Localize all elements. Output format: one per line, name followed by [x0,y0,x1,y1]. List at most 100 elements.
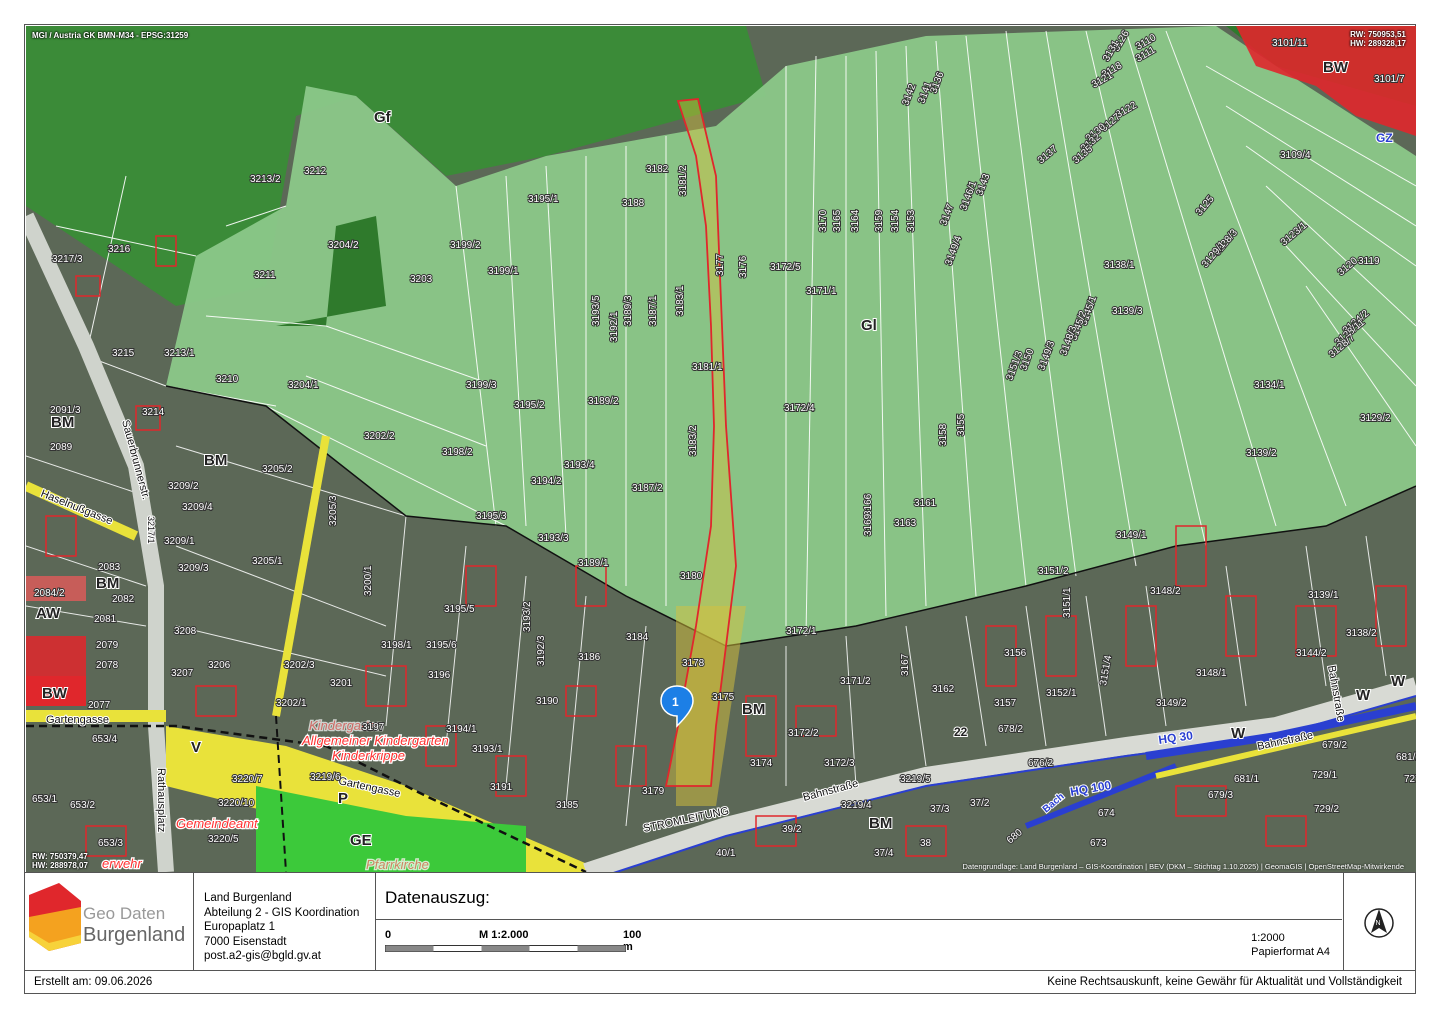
parcel-number: 2081 [94,614,117,625]
parcel-number: 3151/1 [1062,587,1073,618]
parcel-number: 3153 [906,209,917,232]
parcel-number: 3210 [216,374,239,385]
parcel-number: 3181/2 [678,165,689,196]
address-line-2: Abteilung 2 - GIS Koordination [204,906,360,919]
parcel-number: 3172/5 [770,262,801,273]
parcel-number: 3205/2 [262,464,293,475]
parcel-number: 37/3 [930,804,950,815]
parcel-number: 3205/3 [328,495,339,526]
parcel-number: 3176 [738,255,749,278]
map-canvas[interactable]: Gf Gl BM BM BM BM BM BW BW AW GE GZ V P … [26,26,1416,872]
parcel-number: 3198/2 [442,447,473,458]
parcel-number: 3191 [490,782,513,793]
parcel-number: 3188 [622,198,645,209]
paper-format: Papierformat A4 [1251,946,1330,958]
scale-bar-graphic [385,945,626,952]
top-right-rw: RW: 750953,51 [1350,30,1406,39]
address-line-4: 7000 Eisenstadt [204,935,287,948]
divider [376,919,1342,920]
geodaten-logo-icon: Geo Daten Burgenland [29,883,185,951]
map-view[interactable]: Gf Gl BM BM BM BM BM BW BW AW GE GZ V P … [26,26,1416,872]
zone-label-p: P [338,790,348,807]
parcel-number: 3152/1 [1046,688,1077,699]
parcel-number: 2089 [50,442,73,453]
parcel-number: 2079 [96,640,119,651]
parcel-number: 3129/2 [1360,413,1391,424]
logo-cell: Geo Daten Burgenland [25,873,194,971]
parcel-number: 3201 [330,678,353,689]
parcel-number: 2077 [88,700,111,711]
parcel-number: 3209/3 [178,563,209,574]
parcel-number: 3204/2 [328,240,359,251]
scale-ratio: 1:2000 [1251,932,1285,944]
parcel-number: 653/2 [70,800,95,811]
parcel-number: 3109/4 [1280,150,1311,161]
parcel-number: 3195/2 [514,400,545,411]
parcel-number: 674 [1098,808,1115,819]
zone-label-ge: GE [350,832,372,849]
parcel-number: 3139/2 [1246,448,1277,459]
parcel-number: 3199/1 [488,266,519,277]
meta-row: Erstellt am: 09.06.2026 Keine Rechtsausk… [25,970,1415,995]
place-label-pfarrkirche: Pfarrkirche [366,857,429,872]
parcel-number: 3193/2 [522,601,533,632]
parcel-number: 3194/1 [446,724,477,735]
flood-label-22: 22 [954,725,968,739]
parcel-number: 3183/2 [688,425,699,456]
parcel-number: 653/1 [32,794,57,805]
parcel-number: 3202/1 [276,698,307,709]
parcel-number: 3220/5 [208,834,239,845]
parcel-number: 3178 [682,658,705,669]
parcel-number: 3186 [578,652,601,663]
parcel-number: 3202/2 [364,431,395,442]
zone-label-gf: Gf [374,109,392,126]
parcel-number: 3183/1 [675,285,686,316]
parcel-number: 3207 [171,668,194,679]
place-label-kinderkrippe: Kinderkrippe [332,748,405,763]
parcel-number: 3220/10 [218,798,255,809]
place-label-erwehr: erwehr [102,856,142,871]
parcel-number: 681/1 [1234,774,1259,785]
parcel-number: 3209/2 [168,481,199,492]
parcel-number: 3217/3 [52,254,83,265]
address-line-3: Europaplatz 1 [204,921,275,933]
parcel-number: 3170 [818,209,829,232]
parcel-number: 3194/2 [531,476,562,487]
top-right-hw: HW: 289328,17 [1350,39,1406,48]
parcel-number: 3158 [938,423,949,446]
created-date: Erstellt am: 09.06.2026 [34,976,153,988]
parcel-number: 3148/2 [1150,586,1181,597]
parcel-number: 3195/5 [444,604,475,615]
parcel-number: 3213/2 [250,174,281,185]
parcel-number: 3149/1 [1116,530,1147,541]
parcel-number: 38 [920,838,932,849]
parcel-number: 3164 [850,209,861,232]
parcel-number: 3101/7 [1374,74,1405,85]
zone-label-bm-5: BM [869,815,892,832]
parcel-number: 3212 [304,166,327,177]
parcel-number: 3171/1 [806,286,837,297]
parcel-number: 676/2 [1028,758,1053,769]
zone-label-v: V [191,739,201,756]
parcel-number: 3138/2 [1346,628,1377,639]
parcel-number: 3167 [900,653,911,676]
parcel-number: 729/2 [1314,804,1339,815]
address-line-5[interactable]: post.a2-gis@bgld.gv.at [204,949,375,964]
zone-label-bm-4: BM [742,701,765,718]
parcel-number: 3205/1 [252,556,283,567]
parcel-number: 3138/1 [1104,260,1135,271]
parcel-number: 37/4 [874,848,894,859]
north-arrow-icon: N [1364,908,1394,938]
parcel-number: 3195/3 [476,511,507,522]
parcel-number: 3192/1 [609,311,620,342]
parcel-number: 3169 [863,513,874,536]
scale-mid-label: M 1:2.000 [479,929,529,941]
parcel-number: 3197 [362,722,385,733]
parcel-number: 3174 [750,758,773,769]
parcel-number: 3215 [112,348,135,359]
parcel-number: 3216 [108,244,131,255]
parcel-number: 3185 [556,800,579,811]
parcel-number: 2084/2 [34,588,65,599]
parcel-number: 3134/1 [1254,380,1285,391]
address-block: Land Burgenland Abteilung 2 - GIS Koordi… [193,873,376,971]
